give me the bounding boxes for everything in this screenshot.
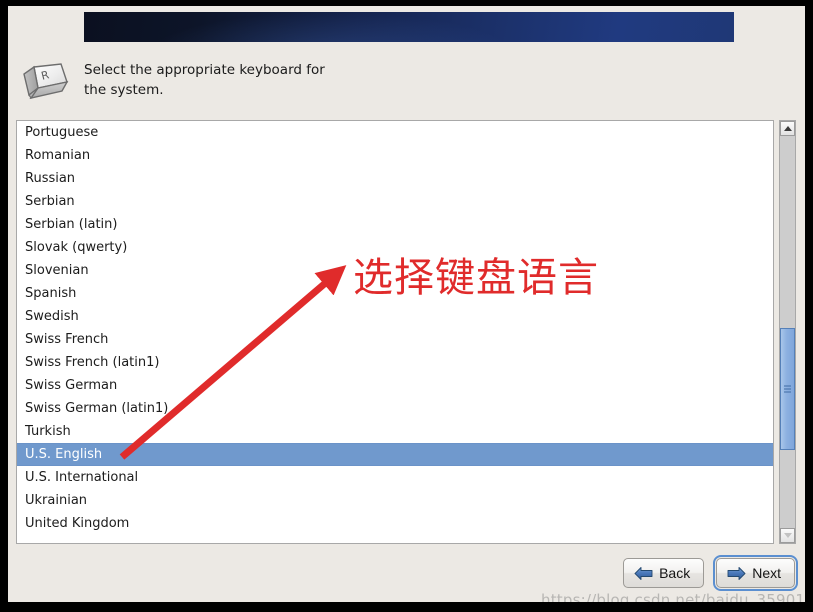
list-item[interactable]: Serbian (latin)	[17, 213, 773, 236]
scrollbar-down-button[interactable]	[780, 528, 795, 543]
list-item[interactable]: Swedish	[17, 305, 773, 328]
instruction-text: Select the appropriate keyboard for the …	[84, 62, 325, 98]
keyboard-key-icon: R	[23, 63, 69, 100]
back-button-label: Back	[659, 565, 691, 581]
list-item[interactable]: United Kingdom	[17, 512, 773, 535]
keyboard-listbox[interactable]: Portuguese Romanian Russian Serbian Serbian …	[16, 120, 774, 544]
chevron-down-icon	[783, 533, 792, 538]
list-item[interactable]: Ukrainian	[17, 489, 773, 512]
vertical-scrollbar[interactable]	[779, 120, 796, 544]
arrow-left-icon	[634, 566, 653, 580]
list-item[interactable]: Portuguese	[17, 121, 773, 144]
navigation-buttons: Back Next	[623, 555, 798, 591]
list-item[interactable]: Russian	[17, 167, 773, 190]
scrollbar-grip-icon	[784, 383, 791, 394]
list-item[interactable]: Swiss German	[17, 374, 773, 397]
installer-window: R Select the appropriate keyboard for th…	[8, 6, 805, 602]
watermark-text: https://blog.csdn.net/baidu_35901646	[541, 591, 805, 602]
list-item[interactable]: Romanian	[17, 144, 773, 167]
instruction-header: R Select the appropriate keyboard for th…	[14, 50, 714, 110]
list-item[interactable]: Turkish	[17, 420, 773, 443]
arrow-right-icon	[727, 566, 746, 580]
screenshot-root: R Select the appropriate keyboard for th…	[0, 0, 813, 612]
scrollbar-thumb[interactable]	[780, 327, 795, 450]
back-button[interactable]: Back	[623, 558, 705, 588]
list-item[interactable]: Swiss German (latin1)	[17, 397, 773, 420]
list-item[interactable]: Slovenian	[17, 259, 773, 282]
header-banner	[84, 12, 734, 42]
list-item[interactable]: U.S. International	[17, 466, 773, 489]
next-button[interactable]: Next	[713, 555, 798, 591]
list-item[interactable]: Slovak (qwerty)	[17, 236, 773, 259]
next-button-label: Next	[752, 565, 781, 581]
chevron-up-icon	[783, 126, 792, 131]
banner-sheen	[84, 12, 734, 42]
list-item[interactable]: Swiss French	[17, 328, 773, 351]
list-item[interactable]: U.S. English	[17, 443, 773, 466]
list-item[interactable]: Spanish	[17, 282, 773, 305]
scrollbar-up-button[interactable]	[780, 121, 795, 136]
list-item[interactable]: Swiss French (latin1)	[17, 351, 773, 374]
keyboard-list-area: Portuguese Romanian Russian Serbian Serbian …	[16, 120, 796, 544]
list-item[interactable]: Serbian	[17, 190, 773, 213]
